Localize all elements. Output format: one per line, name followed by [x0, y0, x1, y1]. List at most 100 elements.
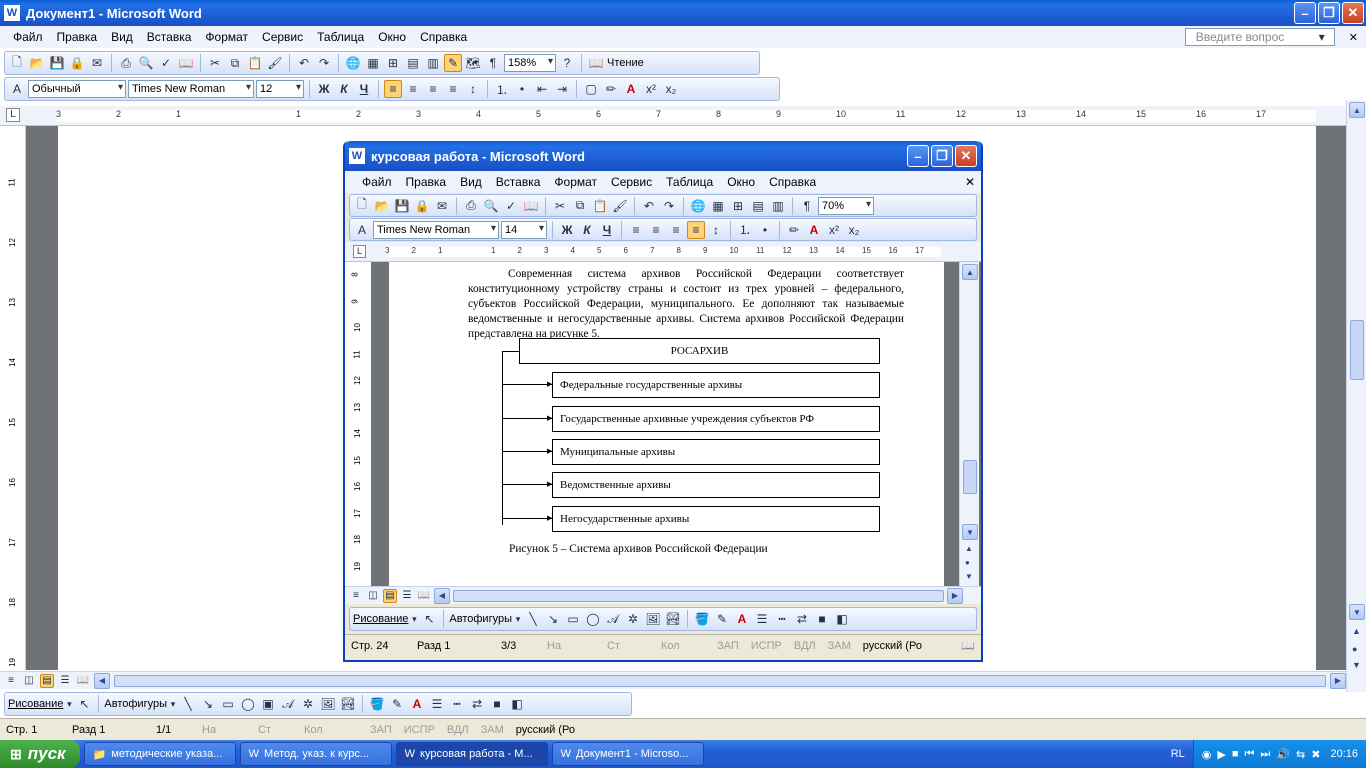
inner-italic-button[interactable]: К: [578, 221, 596, 239]
line-style-icon[interactable]: ☰: [428, 695, 446, 713]
outer-drawing-menu[interactable]: Рисование: [8, 698, 63, 710]
inner-horizontal-scrollbar[interactable]: ≡ ◫ ▤ ☰ 📖 ◀ ▶: [345, 586, 981, 604]
dash-style-icon[interactable]: ┅: [773, 610, 791, 628]
spelling-icon[interactable]: ✓: [502, 197, 520, 215]
spelling-status-icon[interactable]: 📖: [955, 639, 981, 652]
inner-menu-tools[interactable]: Сервис: [604, 175, 659, 189]
scroll-up-icon[interactable]: ▲: [962, 264, 978, 280]
textbox-icon[interactable]: ▣: [259, 695, 277, 713]
tables-borders-icon[interactable]: ▦: [364, 54, 382, 72]
next-icon[interactable]: ⏭: [1260, 748, 1270, 761]
superscript-icon[interactable]: x²: [825, 221, 843, 239]
outer-autoshapes-menu[interactable]: Автофигуры: [104, 698, 167, 710]
network-icon[interactable]: ⇆: [1296, 748, 1305, 761]
print-icon[interactable]: ⎙: [117, 54, 135, 72]
undo-icon[interactable]: ↶: [640, 197, 658, 215]
select-objects-icon[interactable]: ↖: [420, 610, 438, 628]
web-view-icon[interactable]: ◫: [22, 674, 36, 688]
insert-table-icon[interactable]: ⊞: [384, 54, 402, 72]
dash-style-icon[interactable]: ┅: [448, 695, 466, 713]
reading-mode-button[interactable]: Чтение: [607, 57, 644, 69]
outer-horizontal-scrollbar[interactable]: ≡ ◫ ▤ ☰ 📖 ◀ ▶: [0, 671, 1346, 689]
outer-vertical-ruler[interactable]: 11 12 13 14 15 16 17 18 19: [0, 126, 26, 670]
outer-status-ovr[interactable]: ЗАМ: [475, 724, 510, 736]
outer-maximize-button[interactable]: ❐: [1318, 2, 1340, 24]
outline-view-icon[interactable]: ☰: [58, 674, 72, 688]
help-close-icon[interactable]: ✕: [1341, 31, 1366, 44]
scroll-up-icon[interactable]: ▲: [1349, 102, 1365, 118]
bullets-icon[interactable]: •: [756, 221, 774, 239]
reading-view-icon[interactable]: 📖: [417, 589, 431, 603]
insert-table-icon[interactable]: ⊞: [729, 197, 747, 215]
arrow-style-icon[interactable]: ⇄: [793, 610, 811, 628]
help-icon[interactable]: ?: [558, 54, 576, 72]
prev-page-icon[interactable]: ▲: [1352, 626, 1361, 636]
numbering-icon[interactable]: ⒈: [493, 80, 511, 98]
email-icon[interactable]: ✉: [433, 197, 451, 215]
close-document-icon[interactable]: ✕: [958, 175, 981, 189]
picture-icon[interactable]: 🏞: [664, 610, 682, 628]
styles-icon[interactable]: A: [8, 80, 26, 98]
outer-font-select[interactable]: Times New Roman: [128, 80, 254, 98]
inner-size-select[interactable]: 14: [501, 220, 547, 239]
inner-scroll-thumb[interactable]: [963, 460, 977, 494]
rectangle-icon[interactable]: ▭: [564, 610, 582, 628]
stop-icon[interactable]: ■: [1232, 748, 1239, 760]
align-right-icon[interactable]: ≡: [667, 221, 685, 239]
redo-icon[interactable]: ↷: [315, 54, 333, 72]
align-center-icon[interactable]: ≡: [404, 80, 422, 98]
scroll-right-icon[interactable]: ▶: [947, 587, 963, 604]
tab-selector[interactable]: L: [6, 108, 20, 122]
line-icon[interactable]: ╲: [524, 610, 542, 628]
paste-icon[interactable]: 📋: [246, 54, 264, 72]
inner-menu-help[interactable]: Справка: [762, 175, 823, 189]
picture-icon[interactable]: 🏞: [339, 695, 357, 713]
inner-vertical-scrollbar[interactable]: ▲ ▼ ▲ ● ▼: [959, 262, 979, 586]
outer-vertical-scrollbar[interactable]: ▲ ▼ ▲ ● ▼: [1346, 100, 1366, 692]
outer-status-rec[interactable]: ЗАП: [364, 724, 398, 736]
oval-icon[interactable]: ◯: [239, 695, 257, 713]
browse-object-icon[interactable]: ●: [965, 558, 970, 567]
highlight-icon[interactable]: ✏: [602, 80, 620, 98]
line-icon[interactable]: ╲: [179, 695, 197, 713]
paste-icon[interactable]: 📋: [591, 197, 609, 215]
outer-menu-insert[interactable]: Вставка: [140, 30, 199, 44]
align-center-icon[interactable]: ≡: [647, 221, 665, 239]
wordart-icon[interactable]: 𝒜: [604, 610, 622, 628]
outer-size-select[interactable]: 12: [256, 80, 304, 98]
help-question-box[interactable]: Введите вопрос ▾: [1184, 28, 1335, 46]
inner-font-select[interactable]: Times New Roman: [373, 220, 499, 239]
justify-icon[interactable]: ≡: [687, 220, 705, 239]
font-color-icon[interactable]: A: [622, 80, 640, 98]
inner-status-ext[interactable]: ВДЛ: [788, 640, 822, 652]
cut-icon[interactable]: ✂: [206, 54, 224, 72]
outer-style-select[interactable]: Обычный: [28, 80, 126, 98]
normal-view-icon[interactable]: ≡: [4, 674, 18, 688]
inner-menu-view[interactable]: Вид: [453, 175, 489, 189]
inner-menu-file[interactable]: Файл: [355, 175, 399, 189]
diagram-icon[interactable]: ✲: [624, 610, 642, 628]
inner-drawing-menu[interactable]: Рисование: [353, 613, 408, 625]
print-layout-icon[interactable]: ▤: [383, 588, 397, 603]
inner-menu-insert[interactable]: Вставка: [489, 175, 548, 189]
research-icon[interactable]: 📖: [177, 54, 195, 72]
open-folder-icon[interactable]: 📂: [28, 54, 46, 72]
copy-icon[interactable]: ⧉: [226, 54, 244, 72]
tab-selector[interactable]: L: [353, 245, 366, 258]
pilcrow-icon[interactable]: ¶: [798, 197, 816, 215]
inner-underline-button[interactable]: Ч: [598, 221, 616, 239]
research-icon[interactable]: 📖: [522, 197, 540, 215]
numbering-icon[interactable]: ⒈: [736, 221, 754, 239]
diagram-icon[interactable]: ✲: [299, 695, 317, 713]
scroll-down-icon[interactable]: ▼: [1349, 604, 1365, 620]
inner-menu-table[interactable]: Таблица: [659, 175, 720, 189]
inner-status-ovr[interactable]: ЗАМ: [822, 640, 857, 652]
pilcrow-icon[interactable]: ¶: [484, 54, 502, 72]
save-icon[interactable]: 💾: [48, 54, 66, 72]
inner-minimize-button[interactable]: –: [907, 145, 929, 167]
styles-icon[interactable]: A: [353, 221, 371, 239]
rectangle-icon[interactable]: ▭: [219, 695, 237, 713]
border-icon[interactable]: ▢: [582, 80, 600, 98]
align-right-icon[interactable]: ≡: [424, 80, 442, 98]
inner-autoshapes-menu[interactable]: Автофигуры: [449, 613, 512, 625]
